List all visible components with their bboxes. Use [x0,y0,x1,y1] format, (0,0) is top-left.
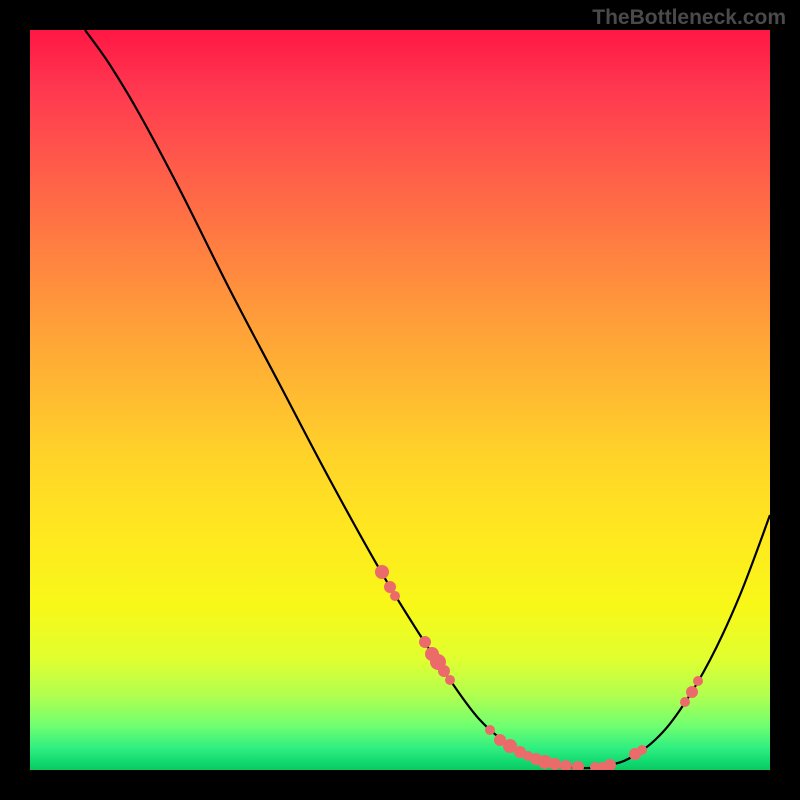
data-marker [680,697,690,707]
data-marker [604,759,616,770]
data-marker [419,636,431,648]
data-markers [375,565,703,770]
data-marker [375,565,389,579]
data-marker [549,758,561,770]
data-marker [485,725,495,735]
watermark: TheBottleneck.com [592,6,786,30]
data-marker [438,665,450,677]
data-marker [637,745,647,755]
data-marker [693,676,703,686]
chart-svg [30,30,770,770]
data-marker [390,591,400,601]
chart-area [30,30,770,770]
data-marker [560,760,572,770]
data-marker [686,686,698,698]
data-marker [572,761,584,770]
data-marker [445,675,455,685]
